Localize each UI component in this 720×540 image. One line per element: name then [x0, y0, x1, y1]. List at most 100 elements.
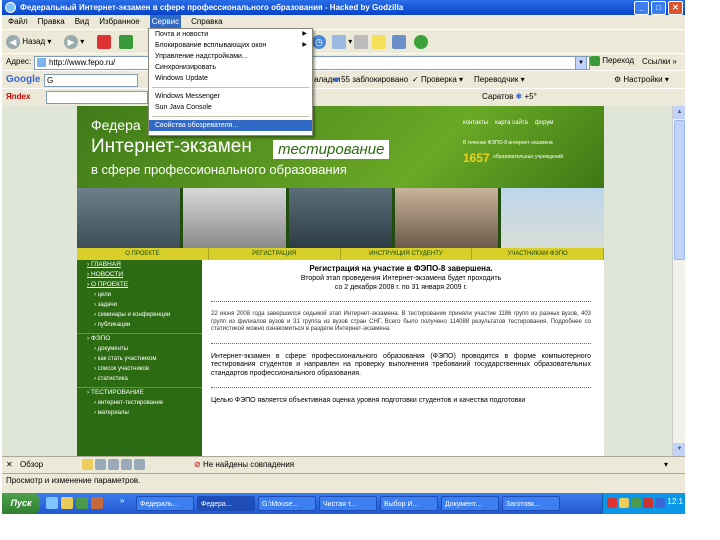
- tray-icon-4[interactable]: [643, 498, 653, 508]
- tray-icon-3[interactable]: [631, 498, 641, 508]
- address-dropdown-button[interactable]: ▼: [575, 56, 587, 70]
- menu-item-windows-update[interactable]: Windows Update: [149, 73, 312, 84]
- history-button[interactable]: ◷: [312, 34, 326, 50]
- ie-quicklaunch-icon[interactable]: [46, 497, 58, 509]
- menu-file[interactable]: Файл: [8, 15, 28, 29]
- address-url: http://www.fepo.ru/: [49, 58, 116, 67]
- left-nav-item[interactable]: › публикации: [77, 320, 202, 330]
- taskbar-button-2[interactable]: Федера...: [197, 496, 255, 511]
- yandex-search-input[interactable]: [46, 91, 148, 104]
- view-icon[interactable]: [134, 459, 145, 470]
- tray-icon-5[interactable]: [655, 498, 665, 508]
- left-nav-item[interactable]: › цели: [77, 290, 202, 300]
- menu-item-windows-messenger[interactable]: Windows Messenger: [149, 91, 312, 102]
- forward-button[interactable]: ▶ ▾: [64, 34, 84, 50]
- left-nav-item[interactable]: › ТЕСТИРОВАНИЕ: [77, 387, 202, 398]
- scroll-down-icon[interactable]: ▼: [673, 443, 685, 456]
- left-nav-item[interactable]: › семинары и конференции: [77, 310, 202, 320]
- copy-icon[interactable]: [95, 459, 106, 470]
- taskbar-button-6[interactable]: Документ...: [441, 496, 499, 511]
- taskbar-button-3[interactable]: G:\Mouse...: [258, 496, 316, 511]
- tray-icon-1[interactable]: [607, 498, 617, 508]
- menu-bar: Файл Правка Вид Избранное Сервис Справка: [2, 15, 685, 29]
- paste-icon[interactable]: [108, 459, 119, 470]
- go-button[interactable]: Переход: [590, 56, 634, 66]
- folder-icon[interactable]: [82, 459, 93, 470]
- notes-button[interactable]: [372, 34, 386, 50]
- vertical-scrollbar[interactable]: ▲ ▼: [672, 106, 685, 456]
- spellcheck-button[interactable]: ✓ Проверка ▾: [412, 74, 463, 86]
- menu-item-java-console[interactable]: Sun Java Console: [149, 102, 312, 113]
- left-nav-item[interactable]: › О ПРОЕКТЕ: [77, 280, 202, 290]
- tray-icon-2[interactable]: [619, 498, 629, 508]
- mail-quicklaunch-icon[interactable]: [91, 497, 103, 509]
- clock: 12:1: [667, 497, 683, 506]
- address-bar: Адрес: http://www.fepo.ru/ ▼ Переход Ссы…: [2, 53, 685, 71]
- left-nav-item[interactable]: › НОВОСТИ: [77, 270, 202, 280]
- print-button[interactable]: [354, 34, 368, 50]
- left-nav-item[interactable]: › материалы: [77, 408, 202, 418]
- left-nav-item[interactable]: › интернет-тестирование: [77, 398, 202, 408]
- messenger-button[interactable]: [414, 34, 428, 50]
- menu-view[interactable]: Вид: [75, 15, 89, 29]
- undo-icon[interactable]: [121, 459, 132, 470]
- tab-participants[interactable]: УЧАСТНИКАМ ФЭПО: [472, 248, 604, 260]
- mail-button[interactable]: ▾: [332, 34, 352, 50]
- window-title: Федеральный Интернет-экзамен в сфере про…: [20, 3, 404, 12]
- header-tag: тестирование: [273, 140, 390, 159]
- explorer-quicklaunch-icon[interactable]: [61, 497, 73, 509]
- taskbar-button-1[interactable]: Федераль...: [136, 496, 194, 511]
- quicklaunch-overflow[interactable]: »: [120, 496, 124, 505]
- popup-blocked-counter[interactable]: ■ 55 заблокировано: [334, 74, 408, 86]
- translate-button[interactable]: Переводчик ▾: [474, 74, 525, 86]
- link-sitemap[interactable]: карта сайта: [495, 120, 528, 126]
- start-button[interactable]: Пуск: [2, 493, 40, 514]
- google-search-input[interactable]: G: [44, 74, 138, 87]
- status-text: Просмотр и изменение параметров.: [6, 476, 141, 485]
- taskbar-button-5[interactable]: Выбор И...: [380, 496, 438, 511]
- maximize-button[interactable]: □: [651, 1, 666, 15]
- left-nav-item[interactable]: › список участников: [77, 364, 202, 374]
- scroll-up-icon[interactable]: ▲: [673, 106, 685, 119]
- left-nav-item[interactable]: › как стать участником: [77, 354, 202, 364]
- left-nav-item[interactable]: › документы: [77, 344, 202, 354]
- address-label: Адрес:: [6, 57, 32, 66]
- tab-student-instructions[interactable]: ИНСТРУКЦИЯ СТУДЕНТУ: [341, 248, 473, 260]
- scroll-thumb[interactable]: [674, 120, 685, 260]
- menu-tools[interactable]: Сервис: [149, 15, 182, 29]
- close-button[interactable]: ✕: [668, 1, 683, 15]
- minimize-button[interactable]: _: [634, 1, 649, 15]
- back-button[interactable]: ◀ Назад ▾: [6, 34, 51, 50]
- main-subtitle-2: со 2 декабря 2008 г. по 31 января 2009 г…: [334, 284, 468, 291]
- menu-item-mail-news[interactable]: Почта и новости: [149, 29, 312, 40]
- menu-help[interactable]: Справка: [191, 15, 222, 29]
- tab-about[interactable]: О ПРОЕКТЕ: [77, 248, 209, 260]
- taskbar-button-4[interactable]: Чистая т...: [319, 496, 377, 511]
- refresh-button[interactable]: [119, 34, 133, 50]
- menu-item-popup-blocker[interactable]: Блокирование всплывающих окон: [149, 40, 312, 51]
- menu-separator: [152, 116, 309, 117]
- close-find-icon[interactable]: ✕: [6, 460, 13, 469]
- forward-arrow-icon: ▶: [64, 34, 78, 49]
- left-nav-item[interactable]: › ФЭПО: [77, 333, 202, 344]
- link-forum[interactable]: форум: [535, 120, 554, 126]
- link-contacts[interactable]: контакты: [463, 120, 488, 126]
- menu-item-internet-options[interactable]: Свойства обозревателя...: [149, 120, 312, 131]
- left-nav-item[interactable]: › статистика: [77, 374, 202, 384]
- research-button[interactable]: [392, 34, 406, 50]
- find-options-icon[interactable]: ▾: [664, 460, 668, 469]
- menu-favorites[interactable]: Избранное: [99, 15, 140, 29]
- website: Федера Интернет-экзамен тестирование в с…: [77, 106, 604, 456]
- yandex-weather[interactable]: Саратов ✱ +5°: [482, 91, 537, 103]
- menu-edit[interactable]: Правка: [38, 15, 65, 29]
- left-nav-item[interactable]: › задачи: [77, 300, 202, 310]
- links-button[interactable]: Ссылки »: [642, 57, 677, 66]
- google-settings-button[interactable]: ⚙ Настройки ▾: [614, 74, 669, 86]
- stop-button[interactable]: [97, 34, 111, 50]
- menu-item-synchronize[interactable]: Синхронизировать: [149, 62, 312, 73]
- left-nav-item[interactable]: › ГЛАВНАЯ: [77, 260, 202, 270]
- taskbar-button-7[interactable]: Заготовк...: [502, 496, 560, 511]
- menu-item-manage-addons[interactable]: Управление надстройками...: [149, 51, 312, 62]
- tab-registration[interactable]: РЕГИСТРАЦИЯ: [209, 248, 341, 260]
- excel-quicklaunch-icon[interactable]: [76, 497, 88, 509]
